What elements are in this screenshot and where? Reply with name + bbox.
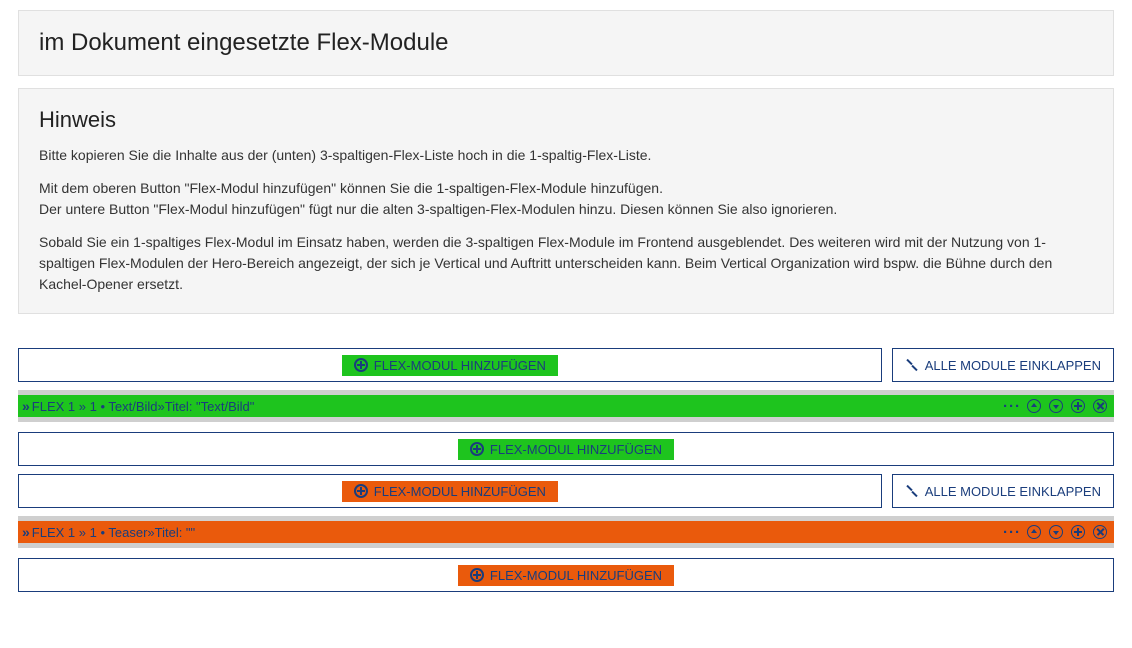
- add-icon[interactable]: [1070, 398, 1086, 414]
- collapse-all-label: ALLE MODULE EINKLAPPEN: [925, 358, 1101, 373]
- orange-module-bar[interactable]: » FLEX 1 » 1 • Teaser»Titel: "" ···: [18, 521, 1114, 543]
- collapse-icon: [905, 358, 919, 372]
- page-title: im Dokument eingesetzte Flex-Module: [39, 29, 1093, 57]
- green-module-actions: ···: [1004, 398, 1108, 414]
- add-flex-label: FLEX-MODUL HINZUFÜGEN: [490, 568, 662, 583]
- move-down-icon[interactable]: [1048, 398, 1064, 414]
- add-flex-pill: FLEX-MODUL HINZUFÜGEN: [458, 439, 674, 460]
- more-menu-icon[interactable]: ···: [1004, 524, 1020, 540]
- collapse-all-button-orange[interactable]: ALLE MODULE EINKLAPPEN: [892, 474, 1114, 508]
- expand-chevrons-icon[interactable]: »: [22, 398, 28, 414]
- green-top-row: FLEX-MODUL HINZUFÜGEN ALLE MODULE EINKLA…: [18, 348, 1114, 382]
- add-flex-label: FLEX-MODUL HINZUFÜGEN: [374, 484, 546, 499]
- header-panel: im Dokument eingesetzte Flex-Module: [18, 10, 1114, 76]
- expand-chevrons-icon[interactable]: »: [22, 524, 28, 540]
- plus-circle-icon: [470, 442, 484, 456]
- collapse-all-button-green[interactable]: ALLE MODULE EINKLAPPEN: [892, 348, 1114, 382]
- orange-module-wrap: » FLEX 1 » 1 • Teaser»Titel: "" ···: [18, 516, 1114, 548]
- notice-p1: Bitte kopieren Sie die Inhalte aus der (…: [39, 145, 1093, 166]
- orange-top-row: FLEX-MODUL HINZUFÜGEN ALLE MODULE EINKLA…: [18, 474, 1114, 508]
- add-flex-pill: FLEX-MODUL HINZUFÜGEN: [342, 355, 558, 376]
- notice-p3: Sobald Sie ein 1-spaltiges Flex-Modul im…: [39, 232, 1093, 295]
- green-module-bar[interactable]: » FLEX 1 » 1 • Text/Bild»Titel: "Text/Bi…: [18, 395, 1114, 417]
- add-flex-button-orange-bottom[interactable]: FLEX-MODUL HINZUFÜGEN: [18, 558, 1114, 592]
- add-flex-button-orange-top[interactable]: FLEX-MODUL HINZUFÜGEN: [18, 474, 882, 508]
- delete-icon[interactable]: [1092, 524, 1108, 540]
- move-down-icon[interactable]: [1048, 524, 1064, 540]
- add-flex-label: FLEX-MODUL HINZUFÜGEN: [374, 358, 546, 373]
- orange-module-label: FLEX 1 » 1 • Teaser»Titel: "": [32, 525, 195, 540]
- add-flex-button-green-bottom[interactable]: FLEX-MODUL HINZUFÜGEN: [18, 432, 1114, 466]
- green-module-wrap: » FLEX 1 » 1 • Text/Bild»Titel: "Text/Bi…: [18, 390, 1114, 422]
- collapse-icon: [905, 484, 919, 498]
- plus-circle-icon: [470, 568, 484, 582]
- orange-module-left: » FLEX 1 » 1 • Teaser»Titel: "": [22, 524, 195, 540]
- green-bottom-row: FLEX-MODUL HINZUFÜGEN: [18, 432, 1114, 466]
- plus-circle-icon: [354, 358, 368, 372]
- orange-module-actions: ···: [1004, 524, 1108, 540]
- green-module-left: » FLEX 1 » 1 • Text/Bild»Titel: "Text/Bi…: [22, 398, 254, 414]
- notice-panel: Hinweis Bitte kopieren Sie die Inhalte a…: [18, 88, 1114, 314]
- more-menu-icon[interactable]: ···: [1004, 398, 1020, 414]
- plus-circle-icon: [354, 484, 368, 498]
- add-flex-label: FLEX-MODUL HINZUFÜGEN: [490, 442, 662, 457]
- add-flex-pill: FLEX-MODUL HINZUFÜGEN: [458, 565, 674, 586]
- orange-bottom-row: FLEX-MODUL HINZUFÜGEN: [18, 558, 1114, 592]
- collapse-all-label: ALLE MODULE EINKLAPPEN: [925, 484, 1101, 499]
- delete-icon[interactable]: [1092, 398, 1108, 414]
- add-flex-pill: FLEX-MODUL HINZUFÜGEN: [342, 481, 558, 502]
- move-up-icon[interactable]: [1026, 398, 1042, 414]
- notice-p2: Mit dem oberen Button "Flex-Modul hinzuf…: [39, 178, 1093, 220]
- add-flex-button-green-top[interactable]: FLEX-MODUL HINZUFÜGEN: [18, 348, 882, 382]
- add-icon[interactable]: [1070, 524, 1086, 540]
- green-module-label: FLEX 1 » 1 • Text/Bild»Titel: "Text/Bild…: [32, 399, 255, 414]
- notice-heading: Hinweis: [39, 107, 1093, 133]
- move-up-icon[interactable]: [1026, 524, 1042, 540]
